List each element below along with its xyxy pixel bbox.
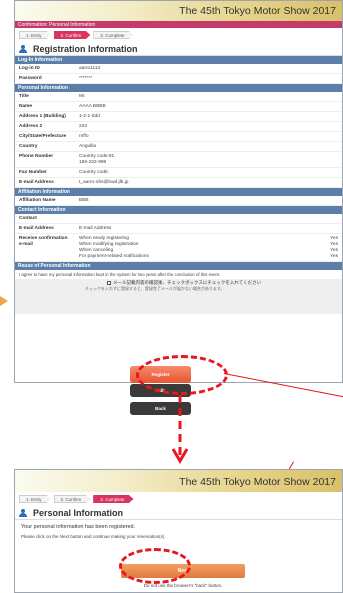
field-yes: Yes Yes Yes Yes — [330, 235, 338, 259]
person-icon — [19, 44, 27, 53]
info-row: Name AAAA BBBB — [15, 102, 342, 112]
checkbox-label: メール記載内容の確認後、チェックボックスにチェックを入れてください — [113, 280, 262, 285]
field-value: nrffo — [79, 133, 89, 139]
field-label: Affiliation Name — [19, 197, 56, 203]
down-arrow-icon — [171, 395, 189, 464]
consent-text: I agree to have my personal information … — [19, 272, 221, 277]
info-row: Receive confirmation e-mail When newly re… — [15, 234, 342, 262]
field-label: Receive confirmation e-mail — [19, 235, 68, 247]
marker-arrow-icon — [0, 296, 8, 306]
section-affiliation: Affiliation Information — [15, 188, 342, 196]
info-row: Address 2 222 — [15, 122, 342, 132]
field-label: Title — [19, 93, 29, 99]
progress-steps: 1. Entry 2. Confirm 3. Complete — [15, 492, 342, 506]
field-value: 222 — [79, 123, 88, 129]
info-row: Title Mr. — [15, 92, 342, 102]
register-highlight-circle — [136, 355, 228, 395]
field-value: When newly registering When modifying re… — [79, 235, 149, 259]
info-row: E-mail Address t_aarro-ohs@bwd.jlb.jp — [15, 178, 342, 188]
field-label: Log-in ID — [19, 65, 40, 71]
section-personal: Personal Information — [15, 84, 342, 92]
field-label: E-mail Address — [19, 225, 54, 231]
instruction-text: Please click on the Next button and cont… — [21, 534, 166, 539]
next-highlight-circle — [119, 548, 191, 584]
field-label: Phone Number — [19, 153, 54, 159]
field-value: ******* — [79, 75, 93, 81]
info-row: Address 1 (Building) 1-2-1-ddd — [15, 112, 342, 122]
info-row: Phone Number Country code:91 156-222-999 — [15, 152, 342, 168]
person-icon — [19, 508, 27, 517]
field-value: E-mail Address — [79, 225, 112, 231]
section-contact: Contact Information — [15, 206, 342, 214]
event-banner: The 45th Tokyo Motor Show 2017 — [15, 1, 342, 21]
info-row: Password ******* — [15, 74, 342, 84]
success-message: Your personal information has been regis… — [21, 524, 136, 530]
page-title: Personal Information — [33, 507, 124, 518]
section-reuse: Reuse of Personal Information — [15, 262, 342, 270]
field-value: aarro1113 — [79, 65, 101, 71]
field-label: Address 1 (Building) — [19, 113, 66, 119]
progress-steps: 1. Entry 2. Confirm 3. Complete — [15, 28, 342, 42]
back-note: Do not use the browser's "back" button. — [143, 583, 223, 588]
page-header: Registration Information — [15, 42, 342, 56]
step-complete: 3. Complete — [93, 31, 134, 39]
section-login: Log-In Information — [15, 56, 342, 64]
info-row: Contact — [15, 214, 342, 224]
step-confirm: 2. Confirm — [53, 495, 91, 503]
registration-confirm-screen: The 45th Tokyo Motor Show 2017 Confirmat… — [14, 0, 343, 383]
field-label: Contact — [19, 215, 37, 221]
checkbox-note: チェックを入れずに登録すると、登録完了メールが届かない場合があります。 — [85, 286, 225, 291]
step-complete: 3. Complete — [93, 495, 134, 503]
field-value: t_aarro-ohs@bwd.jlb.jp — [79, 179, 129, 185]
info-row: City/State/Prefecture nrffo — [15, 132, 342, 142]
field-label: Password — [19, 75, 42, 81]
field-value: Country code:91 156-222-999 — [79, 153, 115, 165]
field-label: Address 2 — [19, 123, 43, 129]
step-confirm: 2. Confirm — [53, 31, 91, 39]
field-value: BBB — [79, 197, 89, 203]
field-value: Anguilla — [79, 143, 97, 149]
info-row: Fax Number Country code: — [15, 168, 342, 178]
field-value: Country code: — [79, 169, 109, 175]
action-area: メール記載内容の確認後、チェックボックスにチェックを入れてください チェックを入… — [15, 279, 342, 314]
field-value: Mr. — [79, 93, 86, 99]
event-banner: The 45th Tokyo Motor Show 2017 — [15, 470, 342, 492]
page-title: Registration Information — [33, 43, 138, 54]
field-label: E-mail Address — [19, 179, 54, 185]
info-row: Affiliation Name BBB — [15, 196, 342, 206]
info-row: Country Anguilla — [15, 142, 342, 152]
breadcrumb: Confirmation: Personal Information — [15, 21, 342, 28]
field-label: Name — [19, 103, 33, 109]
field-value — [79, 216, 338, 222]
step-entry: 1. Entry — [19, 31, 51, 39]
info-row: E-mail Address E-mail Address — [15, 224, 342, 234]
info-row: Log-in ID aarro1113 — [15, 64, 342, 74]
checkbox-box[interactable] — [107, 280, 111, 285]
step-entry: 1. Entry — [19, 495, 51, 503]
field-label: Fax Number — [19, 169, 47, 175]
field-value: 1-2-1-ddd — [79, 113, 100, 119]
field-label: Country — [19, 143, 38, 149]
field-value: AAAA BBBB — [79, 103, 106, 109]
field-label: City/State/Prefecture — [19, 133, 67, 139]
page-header: Personal Information — [15, 506, 342, 520]
